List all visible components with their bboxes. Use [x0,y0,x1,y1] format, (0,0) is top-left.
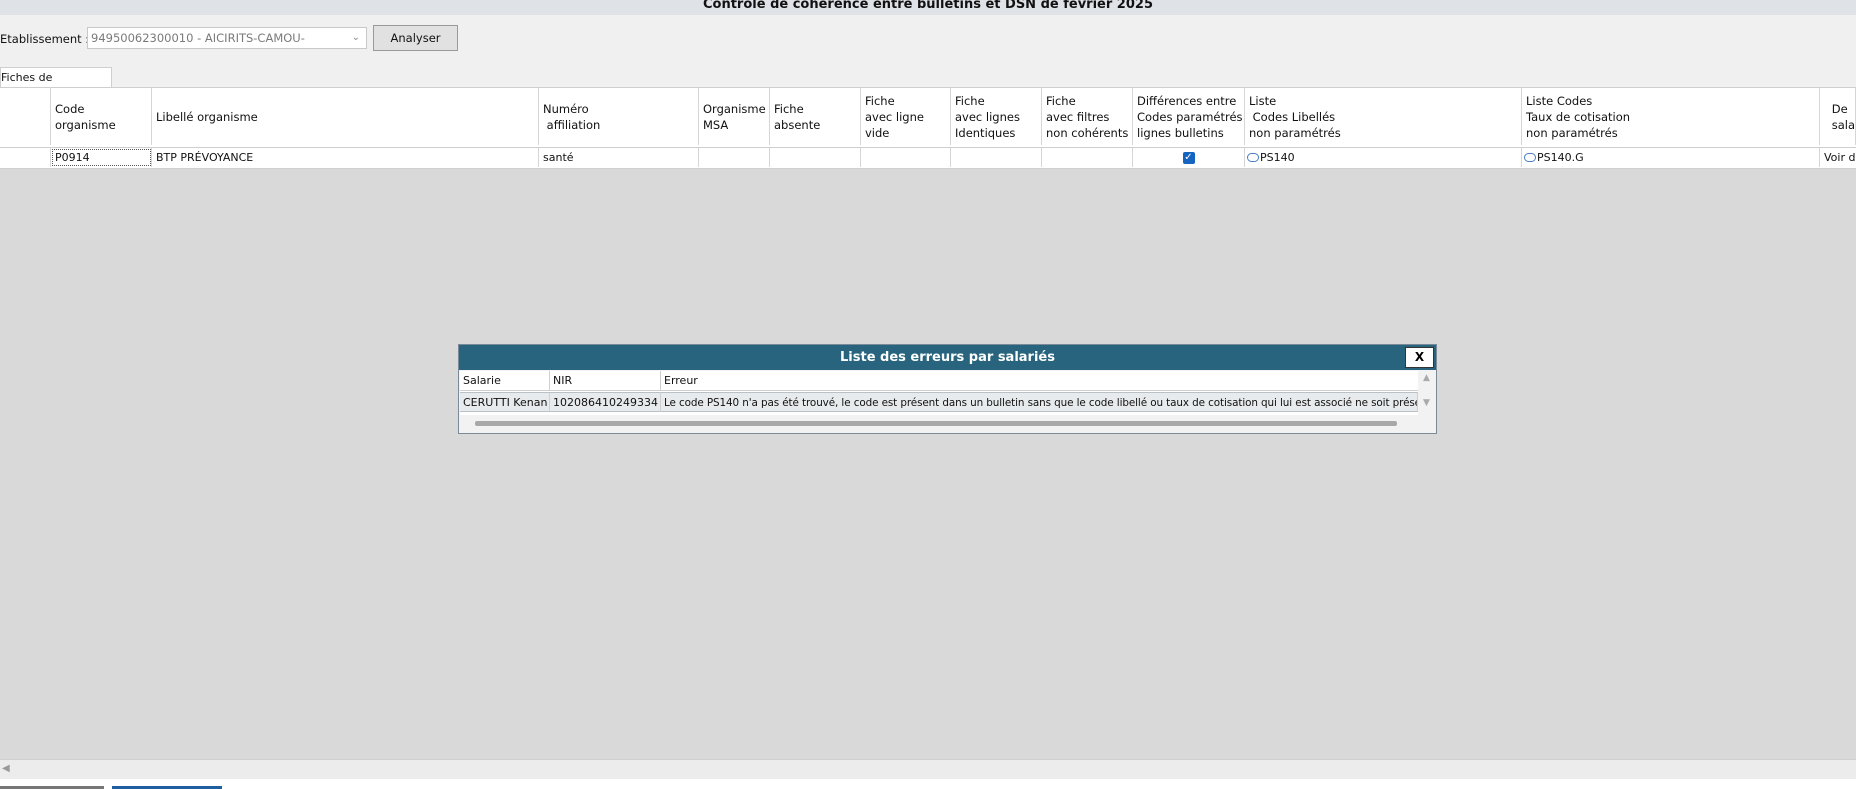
cell-fiche-absente[interactable] [770,148,861,167]
etablissement-select[interactable]: 94950062300010 - AICIRITS-CAMOU- ⌄ [87,27,367,49]
horizontal-scrollbar[interactable]: ◀ [0,759,1856,780]
bottom-bar [0,779,1856,789]
column-header-nir[interactable]: NIR [550,371,661,391]
header-differences[interactable]: Différences entre Codes paramétrés e lig… [1133,88,1245,145]
cell-detail-salaries-link[interactable]: Voir dé [1820,148,1856,167]
codes-taux-value: PS140.G [1537,151,1584,164]
errors-dialog: Liste des erreurs par salariés X Salarie… [458,344,1437,434]
header-detail-salaries[interactable]: De sala [1820,88,1856,145]
cell-fiche-ligne-vide[interactable] [861,148,951,167]
column-header-salarie[interactable]: Salarie [460,371,550,391]
cell-nir[interactable]: 102086410249334 [550,392,661,412]
cell-numero-affiliation[interactable]: santé [539,148,699,167]
cell-organisme-msa[interactable] [699,148,770,167]
cell-salarie[interactable]: CERUTTI Kenan [460,392,550,412]
scroll-down-icon[interactable]: ▼ [1423,398,1430,408]
header-codes-taux[interactable]: Liste Codes Taux de cotisation non param… [1522,88,1820,145]
toolbar-area [0,15,1856,87]
parametrage-grid: Code organisme Libellé organisme Numéro … [0,87,1856,169]
cell-codes-taux[interactable]: PS140.G [1522,148,1820,167]
cell-libelle-organisme[interactable]: BTP PRÉVOYANCE [152,148,539,167]
column-header-erreur[interactable]: Erreur [661,371,1418,391]
dialog-horizontal-scrollbar[interactable] [475,421,1397,426]
cell-differences[interactable]: ✓ [1133,148,1245,167]
header-fiche-absente[interactable]: Fiche absente [770,88,861,145]
cell-erreur[interactable]: Le code PS140 n'a pas été trouvé, le cod… [661,392,1418,412]
header-organisme-msa[interactable]: Organisme MSA [699,88,770,145]
chevron-down-icon: ⌄ [351,32,360,43]
etablissement-label: Etablissement : [0,32,90,46]
table-row[interactable]: P0914 BTP PRÉVOYANCE santé ✓ PS140 PS140… [0,147,1856,169]
header-fiche-lignes-identiques[interactable]: Fiche avec lignes Identiques [951,88,1042,145]
dialog-title: Liste des erreurs par salariés [459,345,1436,370]
scroll-left-icon[interactable]: ◀ [2,763,10,774]
header-numero-affiliation[interactable]: Numéro affiliation [539,88,699,145]
row-selector[interactable] [0,148,51,167]
etablissement-value: 94950062300010 - AICIRITS-CAMOU- [91,31,305,45]
cell-fiche-filtres[interactable] [1042,148,1133,167]
comment-bubble-icon[interactable] [1247,152,1259,162]
header-codes-libelles[interactable]: Liste Codes Libellés non paramétrés [1245,88,1522,145]
analyser-button[interactable]: Analyser [373,25,458,51]
header-fiche-ligne-vide[interactable]: Fiche avec ligne vide [861,88,951,145]
header-selector [0,88,51,145]
window-title: Contrôle de cohérence entre bulletins et… [0,0,1856,15]
dialog-vertical-scrollbar[interactable]: ▲ ▼ [1419,371,1435,415]
comment-bubble-icon[interactable] [1524,152,1536,162]
header-libelle-organisme[interactable]: Libellé organisme [152,88,539,145]
errors-table: Salarie NIR Erreur CERUTTI Kenan 1020864… [460,371,1418,415]
header-code-organisme[interactable]: Code organisme [51,88,152,145]
check-icon[interactable]: ✓ [1182,152,1195,164]
close-button[interactable]: X [1405,347,1434,368]
scroll-up-icon[interactable]: ▲ [1423,373,1430,383]
tab-fiches-parametrage[interactable]: Fiches de paramétrage [0,67,112,103]
cell-code-organisme[interactable]: P0914 [51,148,152,167]
cell-codes-libelles[interactable]: PS140 [1245,148,1522,167]
cell-fiche-lignes-identiques[interactable] [951,148,1042,167]
header-fiche-filtres[interactable]: Fiche avec filtres non cohérents [1042,88,1133,145]
codes-libelles-value: PS140 [1260,151,1295,164]
